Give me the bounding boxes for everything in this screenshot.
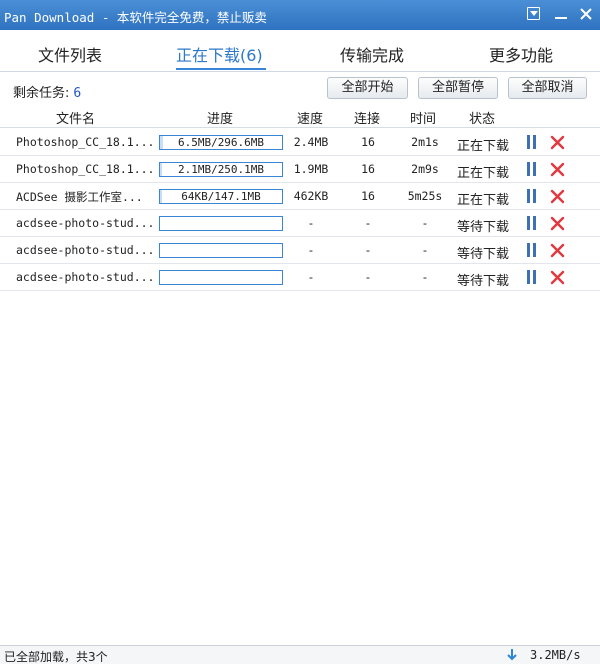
column-header-status[interactable]: 状态 [469,108,495,127]
progress-bar [159,270,283,285]
file-name: Photoshop_CC_18.1... [16,135,154,149]
progress-bar: 6.5MB/296.6MB [159,135,283,150]
time-value: - [421,270,429,284]
status-value: 正在下载 [456,166,509,181]
pause-icon[interactable] [526,270,538,285]
window-title: Pan Download - 本软件完全免费，禁止贩卖 [4,10,267,25]
pause-icon[interactable] [526,135,538,150]
table-row[interactable]: acdsee-photo-stud... - - - 等待下载 [0,237,600,264]
file-name: acdsee-photo-stud... [16,243,154,257]
remaining-tasks: 剩余任务: 6 [13,82,81,101]
title-bar: Pan Download - 本软件完全免费，禁止贩卖 [0,0,600,30]
table-row[interactable]: Photoshop_CC_18.1... 6.5MB/296.6MB 2.4MB 16… [0,129,600,156]
cancel-all-button[interactable]: 全部取消 [508,77,587,99]
speed-value: 2.4MB [293,135,329,149]
start-all-button[interactable]: 全部开始 [327,77,408,99]
time-value: - [421,216,429,230]
connections-value: 16 [361,189,375,203]
delete-icon[interactable] [550,243,565,258]
tab-file-list[interactable]: 文件列表 [38,42,102,66]
table-row[interactable]: acdsee-photo-stud... - - - 等待下载 [0,210,600,237]
toolbar: 剩余任务: 6 全部开始 全部暂停 全部取消 [0,73,600,103]
column-header-filename[interactable]: 文件名 [56,108,95,127]
delete-icon[interactable] [550,189,565,204]
active-tab-indicator [176,68,266,70]
status-value: 等待下载 [456,220,509,235]
remaining-tasks-count: 6 [73,86,82,101]
speed-value: - [307,243,315,257]
tab-bar: 文件列表 正在下载(6) 传输完成 更多功能 [0,30,600,72]
speed-value: 462KB [293,189,329,203]
window-menu-icon[interactable] [526,6,542,22]
delete-icon[interactable] [550,216,565,231]
file-name: acdsee-photo-stud... [16,216,154,230]
pause-icon[interactable] [526,243,538,258]
column-header-connections[interactable]: 连接 [354,108,380,127]
minimize-icon[interactable] [553,6,569,22]
progress-text: 64KB/147.1MB [181,190,261,203]
delete-icon[interactable] [550,270,565,285]
remaining-tasks-label: 剩余任务: [13,86,70,101]
status-text: 已全部加载，共3个 [4,650,108,664]
time-value: 2m1s [411,135,439,149]
connections-value: - [364,216,372,230]
pause-all-button[interactable]: 全部暂停 [418,77,498,99]
status-value: 等待下载 [456,274,509,289]
connections-value: - [364,270,372,284]
file-name: ACDSee 摄影工作室... [16,190,143,204]
connections-value: - [364,243,372,257]
time-value: - [421,243,429,257]
tab-completed[interactable]: 传输完成 [340,42,404,66]
download-arrow-icon [505,647,519,663]
connections-value: 16 [361,162,375,176]
tab-downloading[interactable]: 正在下载(6) [176,42,263,66]
progress-bar: 2.1MB/250.1MB [159,162,283,177]
time-value: 5m25s [407,189,443,203]
status-value: 等待下载 [456,247,509,262]
total-speed: 3.2MB/s [530,648,581,662]
speed-value: - [307,270,315,284]
speed-value: - [307,216,315,230]
tab-more-features[interactable]: 更多功能 [489,42,553,66]
close-icon[interactable] [578,6,594,22]
progress-text: 2.1MB/250.1MB [177,163,265,176]
progress-text: 6.5MB/296.6MB [177,136,265,149]
column-header-progress[interactable]: 进度 [207,108,233,127]
table-row[interactable]: acdsee-photo-stud... - - - 等待下载 [0,264,600,291]
file-name: Photoshop_CC_18.1... [16,162,154,176]
progress-bar: 64KB/147.1MB [159,189,283,204]
status-value: 正在下载 [456,193,509,208]
column-header-time[interactable]: 时间 [410,108,436,127]
status-value: 正在下载 [456,139,509,154]
column-header-speed[interactable]: 速度 [297,108,323,127]
delete-icon[interactable] [550,162,565,177]
progress-bar [159,243,283,258]
table-row[interactable]: ACDSee 摄影工作室... 64KB/147.1MB 462KB 16 5m25s 正… [0,183,600,210]
table-header: 文件名 进度 速度 连接 时间 状态 [0,104,600,128]
file-name: acdsee-photo-stud... [16,270,154,284]
table-row[interactable]: Photoshop_CC_18.1... 2.1MB/250.1MB 1.9MB 16… [0,156,600,183]
speed-value: 1.9MB [293,162,329,176]
delete-icon[interactable] [550,135,565,150]
pause-icon[interactable] [526,216,538,231]
status-bar: 已全部加载，共3个 3.2MB/s [0,645,600,664]
connections-value: 16 [361,135,375,149]
pause-icon[interactable] [526,189,538,204]
pause-icon[interactable] [526,162,538,177]
progress-bar [159,216,283,231]
time-value: 2m9s [411,162,439,176]
